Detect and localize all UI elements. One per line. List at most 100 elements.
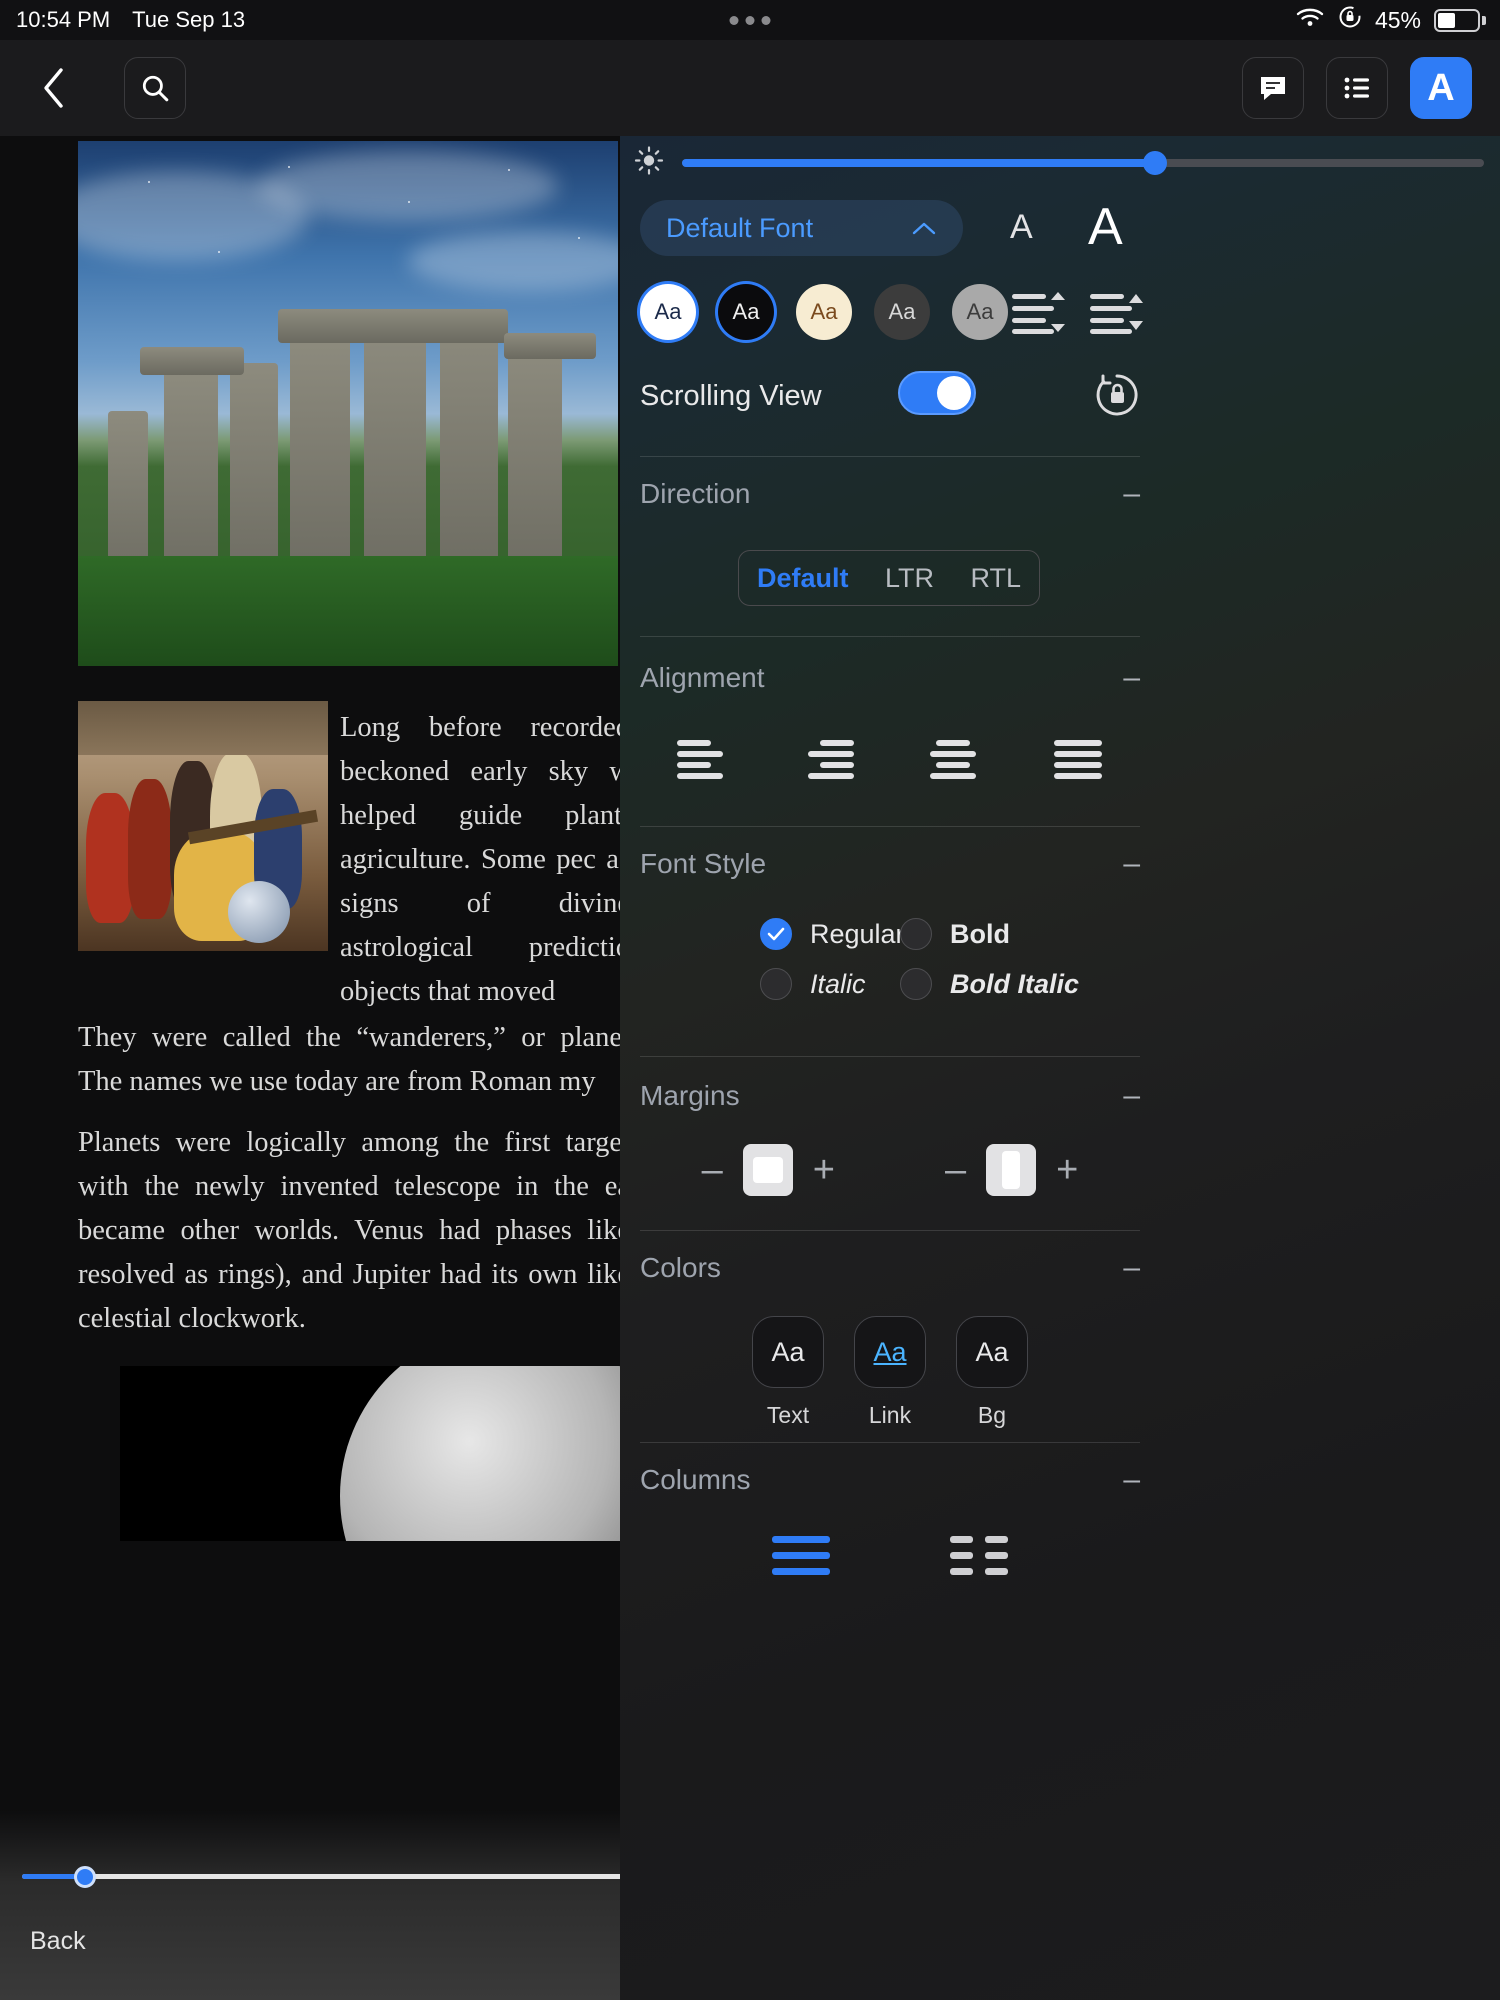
appearance-settings-panel: Default Font A A Aa Aa Aa Aa xyxy=(620,136,1500,2000)
font-family-dropdown[interactable]: Default Font xyxy=(640,200,963,256)
appearance-button[interactable]: A xyxy=(1410,57,1472,119)
radio-italic xyxy=(760,968,792,1000)
font-style-options: Regular Bold Italic Bold Italic xyxy=(640,918,1140,1048)
section-header-direction: Direction – xyxy=(640,478,1140,510)
scrolling-view-row: Scrolling View xyxy=(620,368,1500,430)
two-column-option[interactable] xyxy=(950,1536,1008,1575)
direction-option-rtl[interactable]: RTL xyxy=(952,563,1039,594)
brightness-handle[interactable] xyxy=(1143,151,1167,175)
align-right-icon[interactable] xyxy=(800,736,856,787)
horizontal-margin-stepper: – + xyxy=(702,1144,835,1196)
font-style-bold-italic[interactable]: Bold Italic xyxy=(900,968,1079,1000)
wifi-icon xyxy=(1295,6,1325,34)
increase-font-size-button[interactable]: A xyxy=(1088,197,1123,257)
single-column-option[interactable] xyxy=(772,1536,830,1575)
radio-regular xyxy=(760,918,792,950)
reader-paragraph-2: They were called the “wanderers,” or pla… xyxy=(78,1016,620,1104)
horizontal-margin-increase[interactable]: + xyxy=(813,1151,835,1189)
line-spacing-icon[interactable] xyxy=(1012,288,1070,341)
reader-app-window: 10:54 PM Tue Sep 13 45% xyxy=(0,0,1500,2000)
color-bg-chip: Aa xyxy=(956,1316,1028,1388)
reader-paragraph-3: Planets were logically among the first t… xyxy=(78,1121,620,1341)
brightness-fill xyxy=(682,159,1155,167)
theme-row: Aa Aa Aa Aa Aa xyxy=(620,284,1500,350)
color-text-swatch[interactable]: Aa Text xyxy=(752,1316,824,1429)
astronomers-painting xyxy=(78,701,328,951)
table-of-contents-button[interactable] xyxy=(1326,57,1388,119)
vertical-margin-decrease[interactable]: – xyxy=(945,1151,966,1189)
font-family-value: Default Font xyxy=(666,213,813,244)
chevron-up-icon xyxy=(911,213,937,244)
collapse-direction-button[interactable]: – xyxy=(1123,479,1140,509)
font-row: Default Font A A xyxy=(620,200,1500,272)
moon-photo xyxy=(120,1366,620,1541)
status-bar-right: 45% xyxy=(1295,5,1486,35)
reader-bottom-gradient xyxy=(0,1810,620,2000)
collapse-columns-button[interactable]: – xyxy=(1123,1465,1140,1495)
decrease-font-size-button[interactable]: A xyxy=(1010,208,1033,247)
notes-button[interactable] xyxy=(1242,57,1304,119)
margin-steppers: – + – + xyxy=(640,1144,1140,1196)
font-style-regular-label: Regular xyxy=(810,919,905,950)
align-center-icon[interactable] xyxy=(925,736,981,787)
theme-sepia[interactable]: Aa xyxy=(796,284,852,340)
align-justify-icon[interactable] xyxy=(1050,736,1106,787)
back-button[interactable] xyxy=(28,62,80,114)
horizontal-margin-decrease[interactable]: – xyxy=(702,1151,723,1189)
theme-gray-label: Aa xyxy=(967,299,994,325)
status-bar-left: 10:54 PM Tue Sep 13 xyxy=(16,7,245,33)
theme-black-label: Aa xyxy=(733,299,760,325)
rotation-lock-icon[interactable] xyxy=(1092,370,1142,425)
alignment-options xyxy=(640,736,1140,787)
color-link-caption: Link xyxy=(869,1402,911,1429)
theme-white[interactable]: Aa xyxy=(640,284,696,340)
theme-white-label: Aa xyxy=(655,299,682,325)
color-bg-swatch[interactable]: Aa Bg xyxy=(956,1316,1028,1429)
collapse-alignment-button[interactable]: – xyxy=(1123,663,1140,693)
section-header-colors: Colors – xyxy=(640,1252,1140,1284)
font-style-regular[interactable]: Regular xyxy=(760,918,905,950)
stonehenge-photo xyxy=(78,141,618,666)
section-title-direction: Direction xyxy=(640,478,750,510)
color-link-swatch[interactable]: Aa Link xyxy=(854,1316,926,1429)
section-header-columns: Columns – xyxy=(640,1464,1140,1496)
scrolling-view-toggle-knob xyxy=(937,376,971,410)
status-time: 10:54 PM xyxy=(16,7,110,33)
collapse-font-style-button[interactable]: – xyxy=(1123,849,1140,879)
vertical-margin-stepper: – + xyxy=(945,1144,1078,1196)
scrolling-view-toggle[interactable] xyxy=(898,371,976,415)
status-bar: 10:54 PM Tue Sep 13 45% xyxy=(0,0,1500,40)
paragraph-spacing-icon[interactable] xyxy=(1090,288,1148,341)
search-button[interactable] xyxy=(124,57,186,119)
font-style-bold[interactable]: Bold xyxy=(900,918,1010,950)
direction-segmented-control: Default LTR RTL xyxy=(738,550,1040,606)
theme-black[interactable]: Aa xyxy=(718,284,774,340)
collapse-colors-button[interactable]: – xyxy=(1123,1253,1140,1283)
color-bg-caption: Bg xyxy=(978,1402,1006,1429)
horizontal-margin-preview xyxy=(743,1144,793,1196)
section-title-alignment: Alignment xyxy=(640,662,765,694)
color-text-chip: Aa xyxy=(752,1316,824,1388)
theme-dark-gray[interactable]: Aa xyxy=(874,284,930,340)
back-label[interactable]: Back xyxy=(30,1927,86,1956)
font-style-italic[interactable]: Italic xyxy=(760,968,866,1000)
theme-dark-gray-label: Aa xyxy=(889,299,916,325)
section-title-columns: Columns xyxy=(640,1464,750,1496)
theme-gray[interactable]: Aa xyxy=(952,284,1008,340)
collapse-margins-button[interactable]: – xyxy=(1123,1081,1140,1111)
battery-percent: 45% xyxy=(1375,7,1421,34)
status-date: Tue Sep 13 xyxy=(132,7,245,33)
status-center-dots xyxy=(730,16,771,25)
radio-bold xyxy=(900,918,932,950)
vertical-margin-increase[interactable]: + xyxy=(1056,1151,1078,1189)
direction-option-ltr[interactable]: LTR xyxy=(867,563,953,594)
reader-content-area[interactable]: Long before recorded beckoned early sky … xyxy=(0,136,620,2000)
font-style-italic-label: Italic xyxy=(810,969,866,1000)
font-style-bold-italic-label: Bold Italic xyxy=(950,969,1079,1000)
appearance-button-label: A xyxy=(1427,67,1454,110)
brightness-slider[interactable] xyxy=(682,158,1484,168)
toolbar-actions: A xyxy=(1242,57,1472,119)
section-header-font-style: Font Style – xyxy=(640,848,1140,880)
align-left-icon[interactable] xyxy=(675,736,731,787)
direction-option-default[interactable]: Default xyxy=(739,563,867,594)
